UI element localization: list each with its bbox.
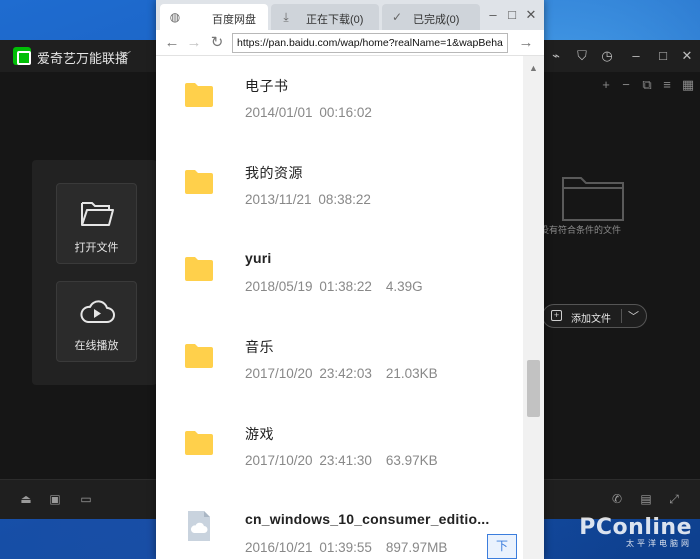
minimize-icon[interactable]: – bbox=[484, 6, 502, 24]
maximize-icon[interactable]: □ bbox=[503, 6, 521, 24]
file-name[interactable]: 游戏 bbox=[245, 424, 274, 444]
list-item[interactable]: 音乐 2017/10/20 23:42:03 21.03KB bbox=[156, 317, 523, 404]
tab-label: 已完成(0) bbox=[413, 14, 460, 26]
go-arrow-icon[interactable]: → bbox=[516, 33, 536, 53]
file-meta: 2013/11/21 08:38:22 bbox=[245, 192, 371, 207]
expand-icon[interactable]: ⤢ bbox=[666, 491, 682, 507]
empty-folder-icon bbox=[562, 177, 624, 221]
list-item[interactable]: 电子书 2014/01/01 00:16:02 bbox=[156, 56, 523, 143]
file-name[interactable]: 电子书 bbox=[245, 76, 289, 96]
file-name[interactable]: cn_windows_10_consumer_editio... bbox=[245, 511, 489, 527]
tab-downloading[interactable]: ⤓ 正在下载(0) bbox=[271, 4, 379, 30]
list-item[interactable]: 游戏 2017/10/20 23:41:30 63.97KB bbox=[156, 404, 523, 491]
cloud-play-icon bbox=[80, 300, 115, 323]
list-icon[interactable]: ≡ bbox=[660, 78, 674, 92]
maximize-icon[interactable]: □ bbox=[655, 48, 671, 64]
screen-icon[interactable]: ▭ bbox=[78, 491, 94, 507]
info-icon[interactable]: ▣ bbox=[47, 491, 63, 507]
add-file-divider bbox=[621, 309, 622, 323]
folder-icon bbox=[185, 344, 213, 368]
download-button[interactable]: 下 bbox=[487, 534, 517, 559]
download-icon: ⤓ bbox=[283, 10, 289, 24]
eject-icon[interactable]: ⏏ bbox=[18, 491, 34, 507]
watermark-logo: PConline bbox=[579, 515, 692, 540]
file-size: 63.97KB bbox=[385, 453, 438, 468]
refresh-icon[interactable]: ↻ bbox=[207, 33, 227, 53]
remove-icon[interactable]: − bbox=[619, 78, 633, 92]
scrollbar-thumb[interactable] bbox=[527, 360, 540, 417]
online-play-tile[interactable]: 在线播放 bbox=[56, 281, 137, 362]
online-play-label: 在线播放 bbox=[74, 340, 119, 352]
toolbox-icon[interactable]: ▤ bbox=[638, 491, 654, 507]
iqiyi-logo-icon bbox=[13, 47, 31, 65]
add-file-label: 添加文件 bbox=[571, 314, 611, 325]
tab-baidu-netdisk[interactable]: ◍ 百度网盘 bbox=[160, 4, 268, 30]
url-input[interactable] bbox=[232, 33, 508, 53]
folder-icon bbox=[185, 83, 213, 107]
check-circle-icon: ✓ bbox=[391, 10, 403, 24]
folder-icon bbox=[185, 431, 213, 455]
list-item[interactable]: cn_windows_10_consumer_editio... 2016/10… bbox=[156, 491, 523, 559]
tab-label: 正在下载(0) bbox=[306, 14, 364, 26]
file-meta: 2016/10/21 01:39:55 897.97MB bbox=[245, 540, 447, 555]
file-size: 4.39G bbox=[385, 279, 423, 294]
minimize-icon[interactable]: – bbox=[628, 48, 644, 64]
file-date: 2017/10/20 23:42:03 bbox=[245, 366, 372, 381]
folder-open-icon bbox=[81, 202, 114, 226]
tab-bar: ◍ 百度网盘 ⤓ 正在下载(0) ✓ 已完成(0) – □ ✕ bbox=[156, 0, 544, 30]
file-size: 897.97MB bbox=[385, 540, 448, 555]
add-file-button[interactable]: + 添加文件 ﹀ bbox=[542, 304, 647, 328]
tab-label: 百度网盘 bbox=[212, 14, 256, 26]
file-date: 2013/11/21 08:38:22 bbox=[245, 192, 371, 207]
list-item[interactable]: yuri 2018/05/19 01:38:22 4.39G bbox=[156, 230, 523, 317]
file-cloud-icon bbox=[188, 511, 210, 541]
file-date: 2018/05/19 01:38:22 bbox=[245, 279, 372, 294]
open-file-tile[interactable]: 打开文件 bbox=[56, 183, 137, 264]
close-icon[interactable]: ✕ bbox=[679, 48, 695, 64]
scroll-up-icon[interactable]: ▲ bbox=[523, 62, 544, 74]
globe-icon: ◍ bbox=[169, 10, 181, 24]
forward-arrow-icon[interactable]: → bbox=[184, 33, 204, 53]
file-meta: 2017/10/20 23:41:30 63.97KB bbox=[245, 453, 438, 468]
open-file-label: 打开文件 bbox=[74, 242, 119, 254]
file-date: 2017/10/20 23:41:30 bbox=[245, 453, 372, 468]
file-meta: 2018/05/19 01:38:22 4.39G bbox=[245, 279, 423, 294]
pen-icon[interactable]: ⌁ bbox=[548, 48, 564, 64]
tab-completed[interactable]: ✓ 已完成(0) bbox=[382, 4, 480, 30]
browser-window: ◍ 百度网盘 ⤓ 正在下载(0) ✓ 已完成(0) – □ ✕ ← → ↻ → … bbox=[156, 0, 544, 559]
close-icon[interactable]: ✕ bbox=[522, 6, 540, 24]
file-name[interactable]: 我的资源 bbox=[245, 163, 303, 183]
chevron-down-icon[interactable]: ﹀ bbox=[120, 48, 131, 64]
pconline-watermark: PConline 太平洋电脑网 bbox=[579, 515, 692, 549]
nav-bar: ← → ↻ → bbox=[156, 30, 544, 56]
back-arrow-icon[interactable]: ← bbox=[162, 33, 182, 53]
add-file-plus-icon: + bbox=[551, 310, 562, 321]
file-date: 2016/10/21 01:39:55 bbox=[245, 540, 372, 555]
file-size: 21.03KB bbox=[385, 366, 438, 381]
file-meta: 2017/10/20 23:42:03 21.03KB bbox=[245, 366, 438, 381]
scrollbar[interactable]: ▲ bbox=[523, 56, 544, 559]
restore-icon[interactable]: ⧉ bbox=[640, 78, 654, 92]
file-name[interactable]: yuri bbox=[245, 250, 271, 266]
file-list: 电子书 2014/01/01 00:16:02 我的资源 2013/11/21 … bbox=[156, 56, 523, 559]
clock-icon[interactable]: ◷ bbox=[599, 48, 615, 64]
grid-icon[interactable]: ▦ bbox=[681, 78, 695, 92]
list-item[interactable]: 我的资源 2013/11/21 08:38:22 bbox=[156, 143, 523, 230]
file-name[interactable]: 音乐 bbox=[245, 337, 274, 357]
add-file-dropdown-icon[interactable]: ﹀ bbox=[628, 308, 639, 324]
file-date: 2014/01/01 00:16:02 bbox=[245, 105, 372, 120]
file-meta: 2014/01/01 00:16:02 bbox=[245, 105, 372, 120]
empty-state-text: 没有符合条件的文件 bbox=[540, 225, 622, 235]
shirt-icon[interactable]: ⛉ bbox=[574, 48, 590, 64]
folder-icon bbox=[185, 257, 213, 281]
folder-icon bbox=[185, 170, 213, 194]
add-icon[interactable]: + bbox=[599, 78, 613, 92]
phone-icon[interactable]: ✆ bbox=[609, 491, 625, 507]
player-title[interactable]: 爱奇艺万能联播 bbox=[37, 48, 128, 67]
